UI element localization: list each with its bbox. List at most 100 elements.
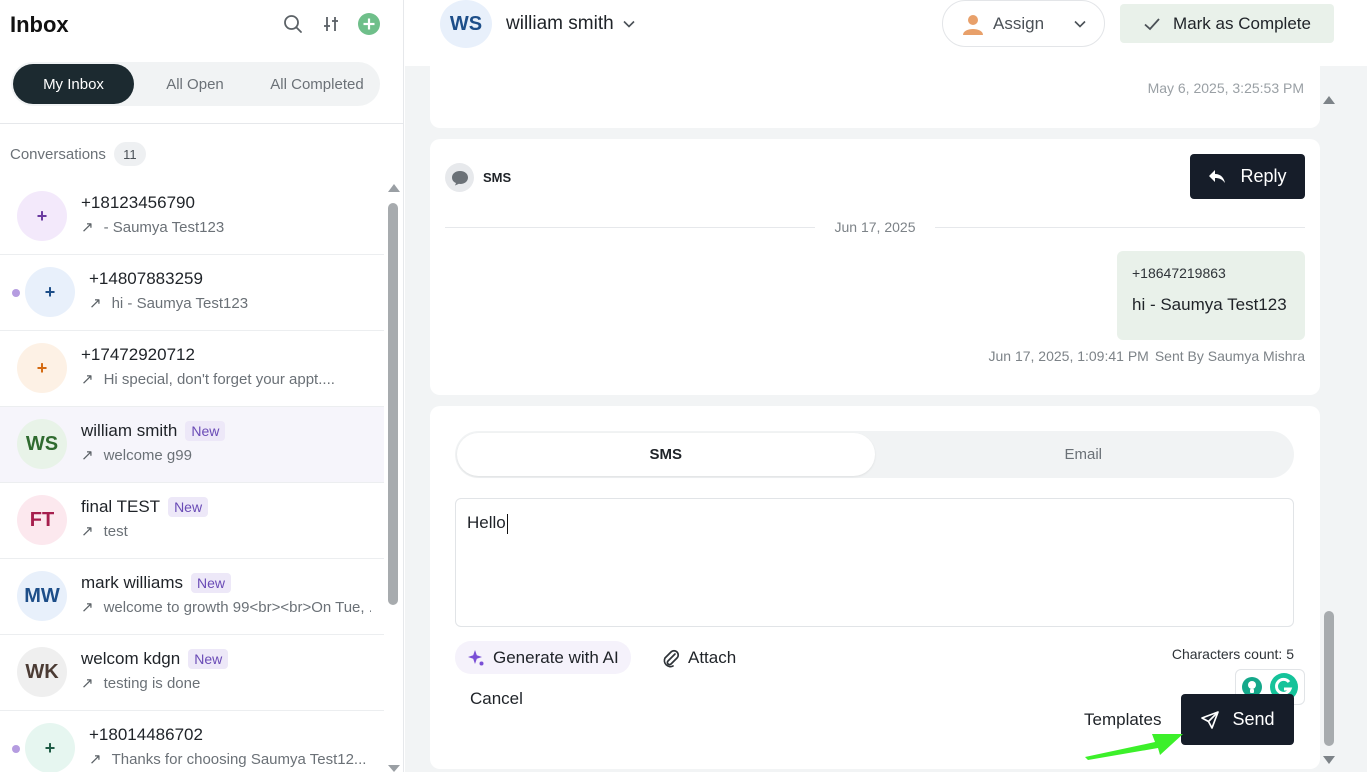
outgoing-arrow-icon: ↗: [81, 219, 94, 236]
add-conversation-icon[interactable]: [357, 12, 381, 36]
conversation-name-text: +17472920712: [81, 345, 195, 364]
avatar: WS: [17, 419, 67, 469]
panel-scrollbar-thumb[interactable]: [1324, 611, 1334, 746]
conversation-preview: ↗ Hi special, don't forget your appt....: [81, 370, 335, 389]
conversation-name-text: mark williams: [81, 573, 183, 592]
conversation-name: +18014486702: [89, 725, 203, 745]
outgoing-arrow-icon: ↗: [81, 599, 94, 616]
conversation-header: WS william smith Assign Mark as Complete: [405, 0, 1367, 66]
conversation-preview: ↗ - Saumya Test123: [81, 218, 224, 237]
tab-sms[interactable]: SMS: [457, 433, 875, 476]
outgoing-arrow-icon: ↗: [81, 523, 94, 540]
contact-avatar: WS: [440, 0, 492, 48]
paperclip-icon: [663, 649, 680, 667]
panel-scroll-up[interactable]: [1323, 96, 1335, 104]
attach-label: Attach: [688, 647, 737, 667]
conversation-preview-text: welcome g99: [103, 446, 192, 464]
tab-all-completed[interactable]: All Completed: [256, 64, 378, 104]
new-badge: New: [185, 421, 226, 441]
conversations-label: Conversations: [10, 145, 106, 163]
outgoing-arrow-icon: ↗: [89, 295, 102, 312]
conversation-list-item[interactable]: + +14807883259 ↗ hi - Saumya Test123: [0, 255, 384, 331]
cancel-button[interactable]: Cancel: [470, 689, 523, 709]
unread-dot: [12, 745, 20, 753]
contact-name-dropdown[interactable]: william smith: [506, 13, 636, 35]
panel-scroll-down[interactable]: [1323, 756, 1335, 764]
send-label: Send: [1232, 709, 1275, 729]
sidebar-scrollbar-thumb[interactable]: [388, 203, 398, 605]
conversation-name: +14807883259: [89, 269, 203, 289]
send-button[interactable]: Send: [1181, 694, 1294, 745]
avatar: MW: [17, 571, 67, 621]
attach-button[interactable]: Attach: [662, 641, 736, 674]
conversations-count-badge: 11: [113, 142, 146, 166]
mark-as-complete-label: Mark as Complete: [1173, 13, 1311, 33]
sidebar-scroll-down[interactable]: [388, 765, 400, 772]
contact-name: william smith: [506, 13, 614, 34]
filter-sliders-icon[interactable]: [319, 12, 343, 36]
avatar: +: [25, 267, 75, 317]
assign-dropdown[interactable]: Assign: [942, 0, 1105, 47]
tab-email[interactable]: Email: [875, 433, 1293, 476]
reply-icon: [1209, 169, 1226, 183]
conversation-list-item[interactable]: + +18014486702 ↗ Thanks for choosing Saumya…: [0, 711, 384, 772]
conversation-panel: May 6, 2025, 3:25:53 PM SMS Reply Jun 17…: [405, 66, 1367, 772]
message-meta: Jun 17, 2025, 1:09:41 PM Sent By Saumya …: [988, 348, 1305, 364]
conversation-preview-text: testing is done: [103, 674, 201, 692]
avatar: +: [25, 723, 75, 772]
new-badge: New: [168, 497, 209, 517]
composer-channel-tabs: SMS Email: [455, 431, 1294, 478]
outgoing-message-bubble: +18647219863 hi - Saumya Test123: [1117, 251, 1305, 340]
generate-with-ai-label: Generate with AI: [493, 647, 619, 667]
conversation-list-item[interactable]: WK welcom kdgn New ↗ testing is done: [0, 635, 384, 711]
reply-button[interactable]: Reply: [1190, 154, 1305, 199]
assign-label: Assign: [993, 13, 1045, 33]
conversation-list: + +18123456790 ↗ - Saumya Test123 + +14807883…: [0, 179, 384, 772]
inbox-filter-tabs: My Inbox All Open All Completed: [11, 62, 380, 106]
tab-my-inbox[interactable]: My Inbox: [13, 64, 134, 104]
date-separator-line: [935, 226, 1305, 228]
previous-message-card: May 6, 2025, 3:25:53 PM: [430, 66, 1320, 128]
new-badge: New: [191, 573, 232, 593]
search-icon[interactable]: [281, 12, 305, 36]
conversation-list-item[interactable]: WS william smith New ↗ welcome g99: [0, 407, 384, 483]
sidebar-scroll-up[interactable]: [388, 184, 400, 192]
tab-all-open[interactable]: All Open: [134, 64, 256, 104]
generate-with-ai-button[interactable]: Generate with AI: [455, 641, 631, 674]
conversation-name-text: +18123456790: [81, 193, 195, 212]
text-caret: [506, 513, 508, 534]
sparkle-icon: [468, 649, 484, 665]
sidebar: Inbox My Inbox All Open All Completed Co…: [0, 0, 404, 772]
sidebar-toolbar: [281, 12, 381, 36]
chat-bubble-icon: [445, 163, 474, 192]
new-badge: New: [188, 649, 229, 669]
message-input[interactable]: Hello: [455, 498, 1305, 705]
unread-dot: [12, 289, 20, 297]
message-input-value: Hello: [467, 513, 506, 532]
date-separator-label: Jun 17, 2025: [834, 219, 916, 235]
conversation-list-item[interactable]: MW mark williams New ↗ welcome to growth 99<…: [0, 559, 384, 635]
conversation-preview: ↗ welcome g99: [81, 446, 192, 465]
conversation-preview-text: test: [103, 522, 128, 540]
conversation-list-item[interactable]: + +17472920712 ↗ Hi special, don't forget y…: [0, 331, 384, 407]
user-icon: [963, 14, 983, 35]
channel-tag: SMS: [445, 163, 511, 192]
annotation-arrow-icon: [1085, 734, 1183, 760]
conversation-name-text: +18014486702: [89, 725, 203, 744]
conversation-list-item[interactable]: FT final TEST New ↗ test: [0, 483, 384, 559]
check-icon: [1144, 17, 1160, 30]
conversation-name: +18123456790: [81, 193, 195, 213]
conversation-name: final TEST New: [81, 497, 209, 517]
mark-as-complete-button[interactable]: Mark as Complete: [1120, 4, 1334, 43]
message-sender: Sent By Saumya Mishra: [1154, 348, 1305, 364]
avatar: +: [17, 343, 67, 393]
date-separator-line: [445, 226, 815, 228]
conversation-preview: ↗ welcome to growth 99<br><br>On Tue, ...: [81, 598, 371, 617]
message-from-number: +18647219863: [1132, 265, 1226, 281]
conversation-list-item[interactable]: + +18123456790 ↗ - Saumya Test123: [0, 179, 384, 255]
conversation-preview: ↗ Thanks for choosing Saumya Test12...: [89, 750, 366, 769]
conversation-preview-text: hi - Saumya Test123: [111, 294, 249, 312]
conversation-preview-text: Hi special, don't forget your appt....: [103, 370, 335, 388]
conversation-name: william smith New: [81, 421, 226, 441]
conversation-name: +17472920712: [81, 345, 195, 365]
